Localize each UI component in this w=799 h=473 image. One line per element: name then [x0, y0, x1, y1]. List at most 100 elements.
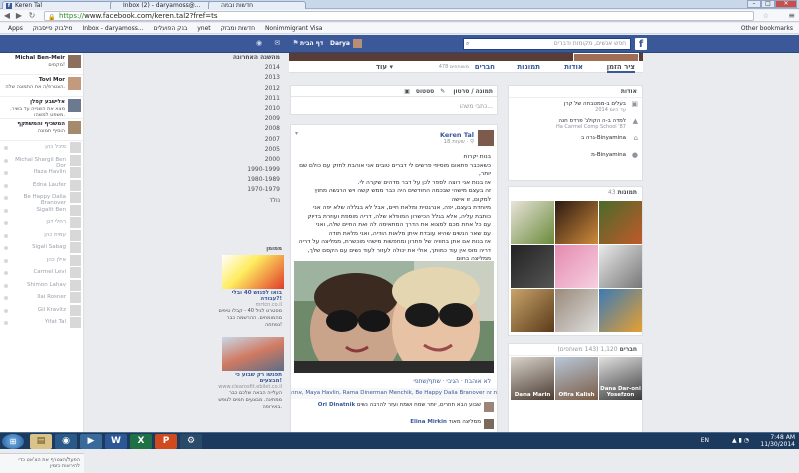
timeline-year-link[interactable]: 1990-1999 [224, 165, 282, 175]
media-player-icon[interactable]: ▶ [80, 434, 102, 449]
photo-thumb[interactable] [599, 201, 642, 244]
app-icon[interactable]: ⚙ [180, 434, 202, 449]
friend-tile[interactable]: Ofira Kalish [555, 357, 598, 400]
timeline-year-link[interactable]: 2005 [224, 145, 282, 155]
tab-status[interactable]: סטטוס [416, 88, 434, 95]
ad-image[interactable] [222, 255, 284, 289]
bookmark-apps[interactable]: Apps [8, 23, 23, 34]
photo-thumb[interactable] [555, 201, 598, 244]
timeline-year-link[interactable]: 2011 [224, 94, 282, 104]
timeline-year-link[interactable]: 1970-1979 [224, 185, 282, 195]
about-header[interactable]: אודות [509, 86, 642, 98]
tab-news[interactable]: חדשות ובמה [208, 1, 306, 9]
bookmark-star-icon[interactable]: ☆ [763, 12, 769, 20]
photo-thumb[interactable] [511, 289, 554, 332]
composer-input[interactable]: כתבי משהו... [291, 97, 497, 116]
user-profile-link[interactable]: Darya [330, 39, 362, 48]
bookmark-item[interactable]: בנק הפועלים [153, 23, 187, 34]
chat-contact[interactable]: Ilai Rosner [0, 291, 83, 304]
timeline-year-link[interactable]: 2000 [224, 155, 282, 165]
menu-icon[interactable]: ≡ [788, 11, 795, 20]
photos-header[interactable]: תמונות 43 [509, 187, 642, 199]
comment-author[interactable]: Ori Dinatnik [318, 402, 355, 408]
ad-image[interactable] [222, 337, 284, 371]
chat-contact[interactable]: Ifaza Havlin [0, 166, 83, 179]
file-explorer-icon[interactable]: ▤ [30, 434, 52, 449]
search-icon[interactable]: ⌕ [466, 39, 469, 49]
start-button[interactable]: ⊞ [2, 434, 24, 449]
chevron-down-icon[interactable]: ▾ [295, 130, 298, 137]
avatar[interactable] [484, 402, 494, 412]
post-photo[interactable] [294, 261, 494, 373]
timeline-year-link[interactable]: 2010 [224, 104, 282, 114]
timeline-year-link[interactable]: 2009 [224, 114, 282, 124]
chat-contact[interactable]: Yifat Tal [0, 316, 83, 329]
back-icon[interactable]: ◀ [2, 11, 12, 21]
tab-more[interactable]: עוד ▾ [376, 63, 393, 71]
search-input[interactable]: ⌕ חפש אנשים, מקומות ודברים [463, 38, 631, 50]
tray-icons[interactable]: ▲ ▮ ◔ [732, 437, 749, 444]
chat-contact[interactable]: Shimon Lahav [0, 279, 83, 292]
chrome-icon[interactable]: ◉ [55, 434, 77, 449]
powerpoint-icon[interactable]: P [155, 434, 177, 449]
post-author[interactable]: Keren Tal [440, 131, 474, 139]
photo-thumb[interactable] [511, 245, 554, 288]
chat-contact[interactable]: Gil Kravitz [0, 304, 83, 317]
photo-thumb[interactable] [599, 245, 642, 288]
list-item[interactable]: Tovi Mor הצטרפ/ה את התמונה שלה. [0, 75, 83, 97]
avatar[interactable] [484, 419, 494, 429]
language-indicator[interactable]: EN [701, 437, 709, 444]
tab-timeline[interactable]: ציר הזמן [606, 63, 635, 73]
chat-contact[interactable]: Carmel Levi [0, 266, 83, 279]
other-bookmarks[interactable]: Other bookmarks [741, 23, 793, 34]
tab-keren-tal[interactable]: f Keren Tal [2, 1, 120, 9]
chat-contact[interactable]: רחלי דגן [0, 216, 83, 229]
timeline-year-link[interactable]: מהשנה האחרונה [224, 53, 282, 63]
tab-friends[interactable]: חברים [475, 63, 495, 71]
timeline-year-link[interactable]: 1980-1989 [224, 175, 282, 185]
about-text[interactable]: למדה ב-ה הקולג' פרדס חנה [509, 115, 626, 124]
timeline-year-link[interactable]: 2014 [224, 63, 282, 73]
chat-contact[interactable]: Be Happy Dalia Branover [0, 191, 83, 206]
photo-thumb[interactable] [555, 289, 598, 332]
notification-icons[interactable]: ◉ ✉ ⚑ [256, 39, 304, 47]
about-text[interactable]: גרה ב-Binyamina [509, 132, 626, 141]
minimize-button[interactable]: – [747, 0, 761, 8]
chat-contact[interactable]: אילן כהן [0, 254, 83, 267]
chat-contact[interactable]: Sigali Sabag [0, 241, 83, 254]
photo-thumb[interactable] [599, 289, 642, 332]
comment-author[interactable]: Elina Mirkin [410, 419, 447, 425]
word-icon[interactable]: W [105, 434, 127, 449]
bookmark-item[interactable]: ynet [197, 23, 210, 34]
friend-tile[interactable]: Dana Dar-oni Yosefzon [599, 357, 642, 400]
chat-contact[interactable]: Sigalit Ben [0, 204, 83, 217]
photo-thumb[interactable] [555, 245, 598, 288]
bookmark-item[interactable]: מילבוק פייסבוק [33, 23, 73, 34]
maximize-button[interactable]: □ [761, 0, 775, 8]
clock[interactable]: 7:48 AM 11/30/2014 [760, 434, 795, 448]
timeline-year-link[interactable]: 2008 [224, 124, 282, 134]
avatar[interactable] [478, 130, 494, 146]
ad-title[interactable]: תפגשו רק שבוע כי מבצעים! [218, 372, 284, 384]
tab-photo-video[interactable]: תמונה / סרטון [453, 88, 493, 95]
tab-photos[interactable]: תמונות [517, 63, 540, 71]
bookmark-item[interactable]: Inbox - daryamoss... [82, 23, 143, 34]
post-timestamp[interactable]: 18 שעות · ⚲ [444, 139, 474, 145]
facebook-logo-icon[interactable]: f [635, 38, 647, 50]
list-item[interactable]: Michal Ben-Meir מקסים! [0, 53, 83, 75]
timeline-year-link[interactable]: 2012 [224, 84, 282, 94]
chat-status-box[interactable]: הפעל/הצטרף את הצ'אט כדי להיראות כזמין [0, 453, 84, 473]
bookmark-item[interactable]: Nonimmigrant Visa [265, 23, 322, 34]
photo-thumb[interactable] [511, 201, 554, 244]
timeline-year-link[interactable]: 2007 [224, 135, 282, 145]
chat-contact[interactable]: Michal Shargil Ben Dor [0, 154, 83, 169]
ad-title[interactable]: בואו לפגוש 40 ובלי עבודה?! [218, 290, 284, 302]
friends-header[interactable]: חברים 1,120 (143 משותפים) [509, 344, 642, 356]
chat-contact[interactable]: Edna Laufer [0, 179, 83, 192]
post-likes[interactable]: אתה, Maya Havlin, Rama Dinerman Menchik,… [291, 388, 497, 399]
bookmark-item[interactable]: חדשות ומבזק [221, 23, 255, 34]
tab-inbox[interactable]: Inbox (2) - daryamoss@... [110, 1, 214, 9]
friend-tile[interactable]: Dana Marin [511, 357, 554, 400]
close-button[interactable]: ✕ [775, 0, 797, 8]
about-text[interactable]: בעלים ב-ממטבחה של קרן [509, 98, 626, 107]
